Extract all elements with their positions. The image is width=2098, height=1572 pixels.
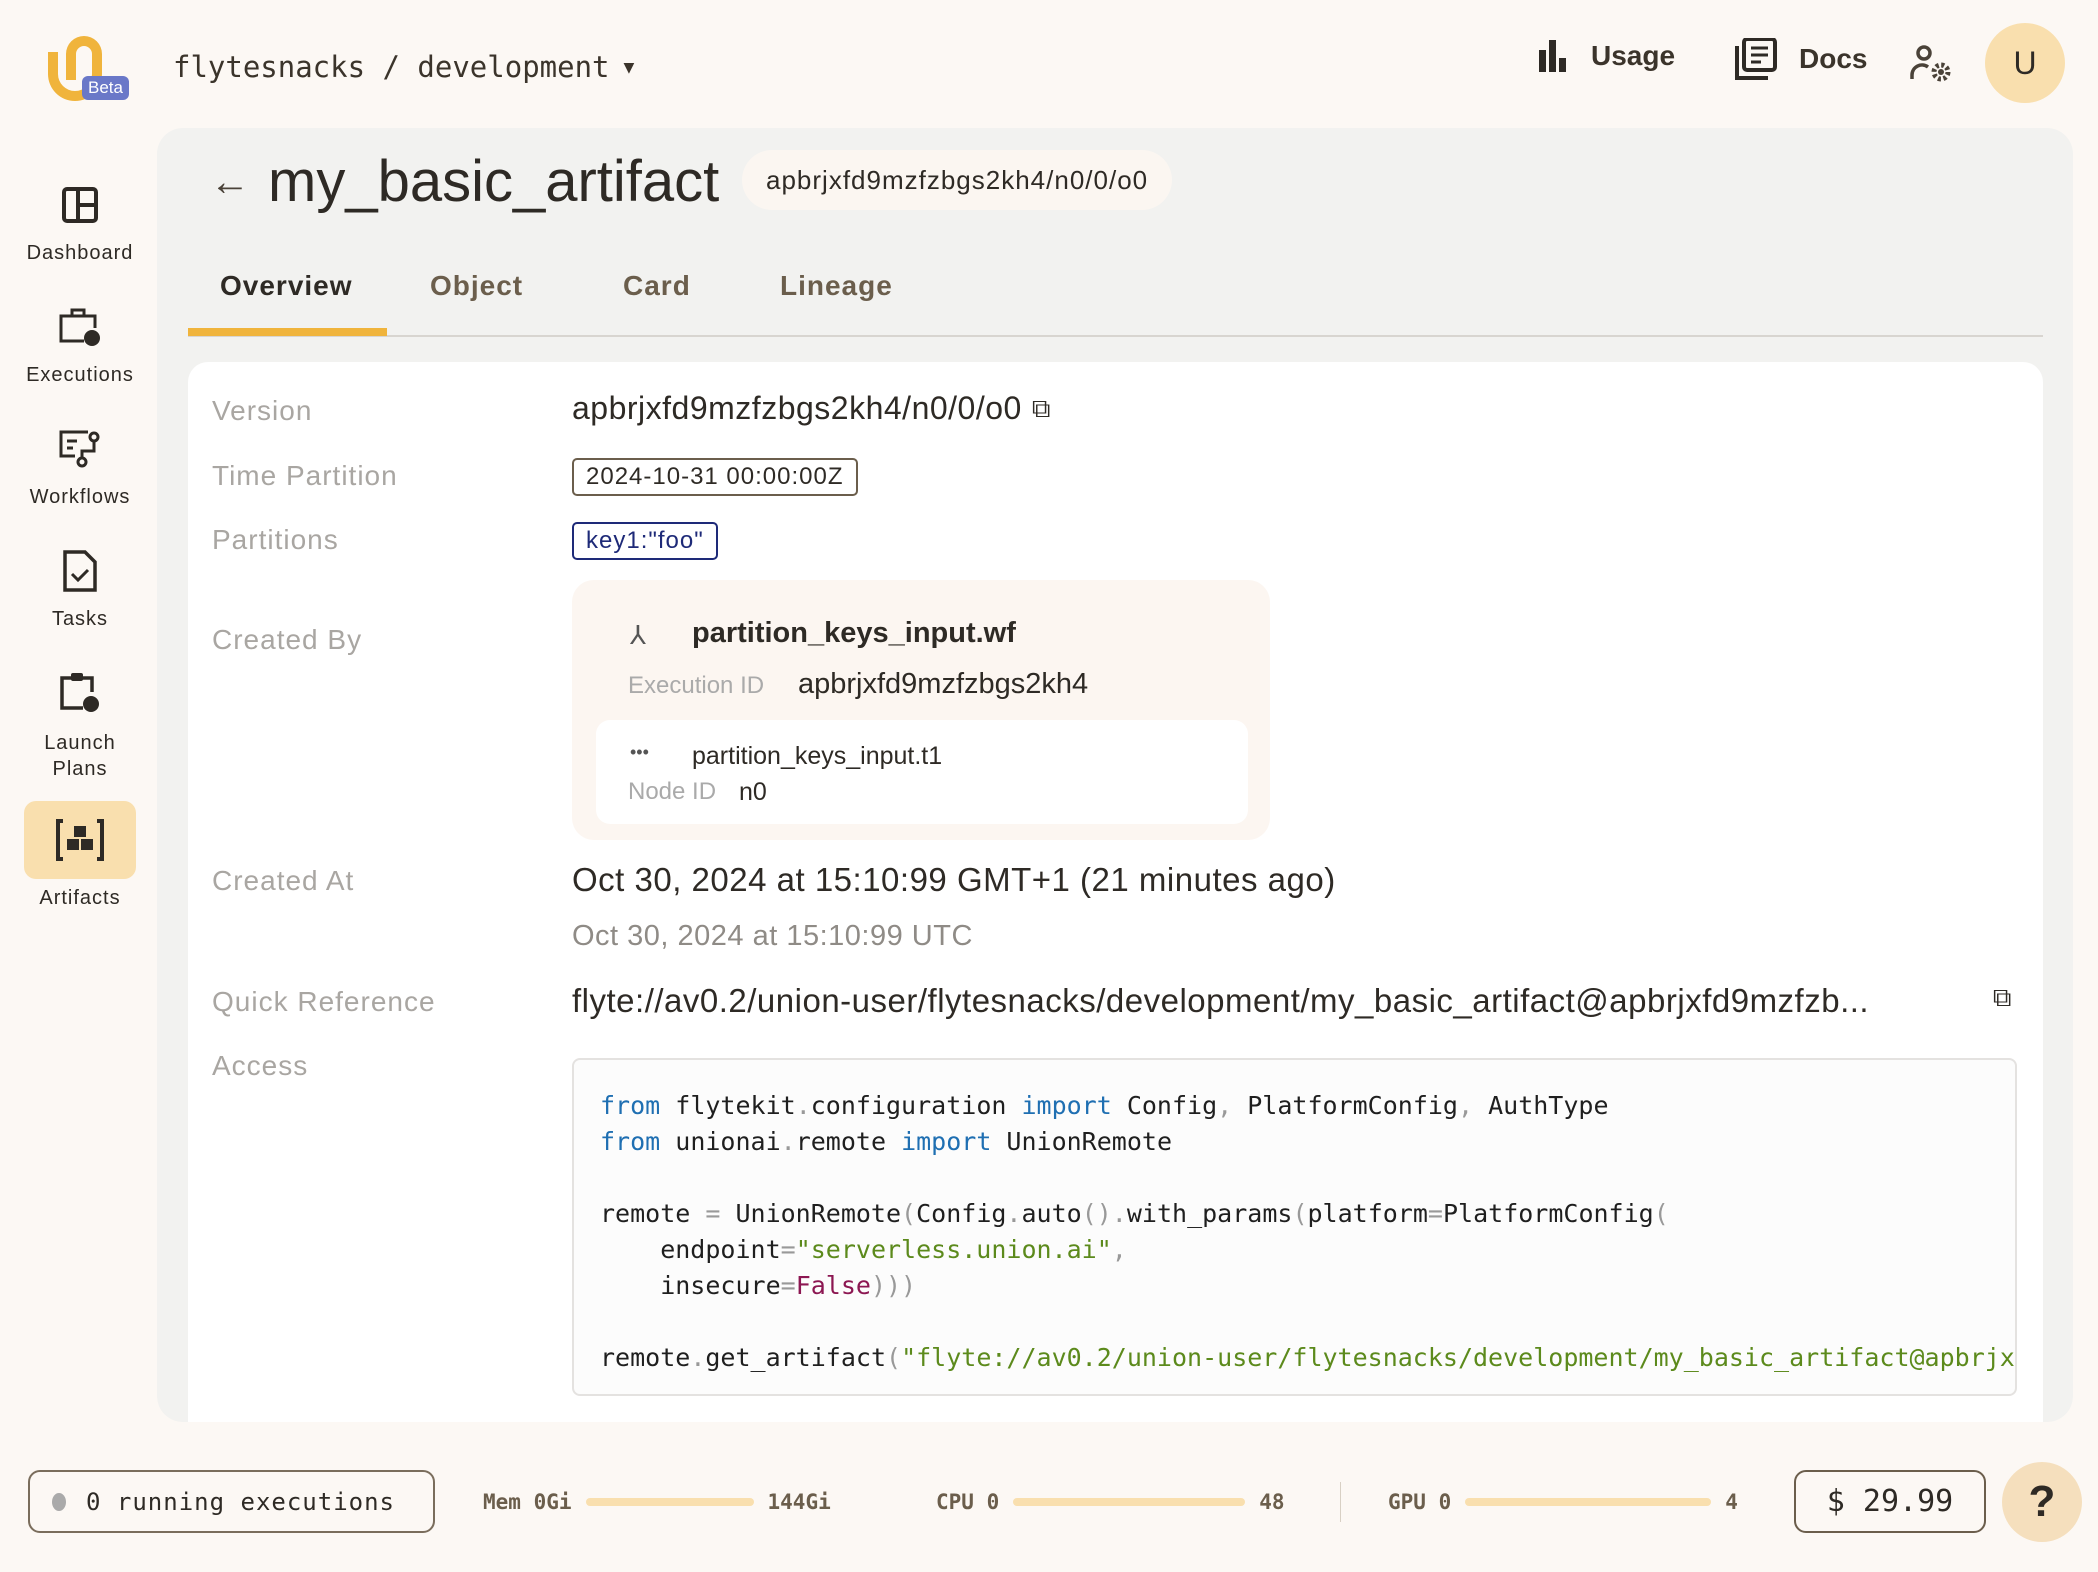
sidebar-item-label: Dashboard [26, 242, 134, 264]
artifact-id-chip: apbrjxfd9mzfzbgs2kh4/n0/0/o0 [742, 150, 1173, 210]
node-id-value: n0 [739, 778, 767, 806]
node-name: partition_keys_input.t1 [692, 742, 943, 770]
task-file-icon [24, 546, 136, 596]
tab-object[interactable]: Object [430, 270, 523, 302]
bar-chart-icon [1539, 40, 1566, 72]
execution-id-label: Execution ID [628, 672, 765, 699]
sidebar-item-executions[interactable]: Executions [20, 302, 140, 387]
tab-overview[interactable]: Overview [220, 270, 353, 302]
code-endpoint: "serverless.union.ai" [795, 1235, 1112, 1264]
mem-label: Mem 0Gi [483, 1489, 572, 1514]
gpu-max: 4 [1725, 1489, 1738, 1514]
back-arrow-icon[interactable]: ← [210, 160, 250, 205]
sidebar-item-label: Artifacts [39, 887, 121, 909]
copy-icon[interactable]: ⧉ [1993, 982, 2012, 1020]
active-tab-indicator [188, 328, 387, 336]
cpu-max: 48 [1259, 1489, 1285, 1514]
tabs-divider [188, 335, 2043, 337]
cpu-label: CPU 0 [936, 1489, 1000, 1514]
docs-icon [1735, 38, 1777, 80]
divider [1340, 1482, 1341, 1522]
created-at-label: Created At [212, 865, 355, 896]
execution-id-value[interactable]: apbrjxfd9mzfzbgs2kh4 [798, 668, 1088, 701]
dashboard-icon [24, 180, 136, 230]
quick-reference-label: Quick Reference [212, 986, 436, 1017]
workflow-icon [24, 424, 136, 474]
version-row: apbrjxfd9mzfzbgs2kh4/n0/0/o0 ⧉ [572, 390, 1051, 427]
sidebar-item-artifacts[interactable]: Artifacts [20, 801, 140, 910]
time-partition-label: Time Partition [212, 460, 398, 491]
briefcase-clock-icon [24, 302, 136, 352]
cpu-usage: CPU 0 48 [936, 1470, 1285, 1533]
help-button[interactable]: ? [2002, 1462, 2082, 1542]
cpu-bar [1013, 1497, 1246, 1506]
breadcrumb: flytesnacks / development [173, 50, 610, 84]
copy-icon[interactable]: ⧉ [1032, 393, 1051, 425]
created-at-value: Oct 30, 2024 at 15:10:99 GMT+1 (21 minut… [572, 861, 1336, 898]
time-partition-tag: 2024-10-31 00:00:00Z [572, 458, 858, 496]
running-executions-button[interactable]: 0 running executions [28, 1470, 435, 1533]
sidebar-item-label: Workflows [29, 486, 131, 508]
access-code-block[interactable]: from flytekit.configuration import Confi… [572, 1058, 2017, 1396]
beta-badge: Beta [82, 76, 129, 100]
more-dots-icon: ••• [630, 742, 649, 762]
node-id-label: Node ID [628, 778, 717, 805]
page-title: my_basic_artifact [268, 149, 720, 214]
sidebar-item-tasks[interactable]: Tasks [20, 546, 140, 631]
caret-down-icon: ▼ [623, 56, 635, 78]
mem-bar [585, 1497, 754, 1506]
mem-usage: Mem 0Gi 144Gi [483, 1470, 831, 1533]
partitions-label: Partitions [212, 524, 339, 555]
sidebar-item-workflows[interactable]: Workflows [20, 424, 140, 509]
created-by-label: Created By [212, 624, 363, 655]
access-label: Access [212, 1050, 309, 1081]
gpu-label: GPU 0 [1388, 1489, 1452, 1514]
mem-max: 144Gi [767, 1489, 831, 1514]
sidebar-item-label: Executions [26, 364, 134, 386]
sidebar-item-dashboard[interactable]: Dashboard [20, 180, 140, 265]
code-insecure: False [795, 1271, 871, 1300]
usage-link[interactable]: Usage [1537, 40, 1675, 72]
node-box [596, 720, 1248, 824]
code-uri: "flyte://av0.2/union-user/flytesnacks/de… [901, 1343, 2015, 1372]
usage-label: Usage [1591, 40, 1676, 71]
gpu-bar [1465, 1497, 1712, 1506]
created-at-utc: Oct 30, 2024 at 15:10:99 UTC [572, 920, 973, 952]
user-settings-icon[interactable] [1910, 45, 1952, 83]
status-dot [52, 1492, 66, 1511]
running-executions-label: 0 running executions [86, 1487, 395, 1516]
cost-button[interactable]: $ 29.99 [1794, 1470, 1986, 1533]
docs-link[interactable]: Docs [1735, 38, 1867, 80]
clipboard-clock-icon [24, 668, 136, 718]
version-label: Version [212, 395, 313, 426]
tab-lineage[interactable]: Lineage [780, 270, 893, 302]
partition-tag: key1:"foo" [572, 522, 718, 560]
gpu-usage: GPU 0 4 [1388, 1470, 1738, 1533]
artifacts-icon [24, 801, 136, 879]
sidebar-item-label: Tasks [51, 608, 109, 630]
workflow-name-link[interactable]: partition_keys_input.wf [692, 617, 1016, 650]
tab-card[interactable]: Card [623, 270, 691, 302]
project-domain-selector[interactable]: flytesnacks / development ▼ [173, 50, 634, 84]
sidebar-item-launch-plans[interactable]: Launch Plans [20, 668, 140, 782]
version-value: apbrjxfd9mzfzbgs2kh4/n0/0/o0 [572, 390, 1022, 426]
quick-reference-row: flyte://av0.2/union-user/flytesnacks/dev… [572, 982, 2012, 1020]
sidebar-item-label: Launch Plans [44, 732, 116, 780]
docs-label: Docs [1799, 43, 1868, 74]
quick-reference-value: flyte://av0.2/union-user/flytesnacks/dev… [572, 982, 1870, 1019]
workflow-icon: ⅄ [630, 620, 646, 650]
user-avatar[interactable]: U [1985, 23, 2065, 103]
